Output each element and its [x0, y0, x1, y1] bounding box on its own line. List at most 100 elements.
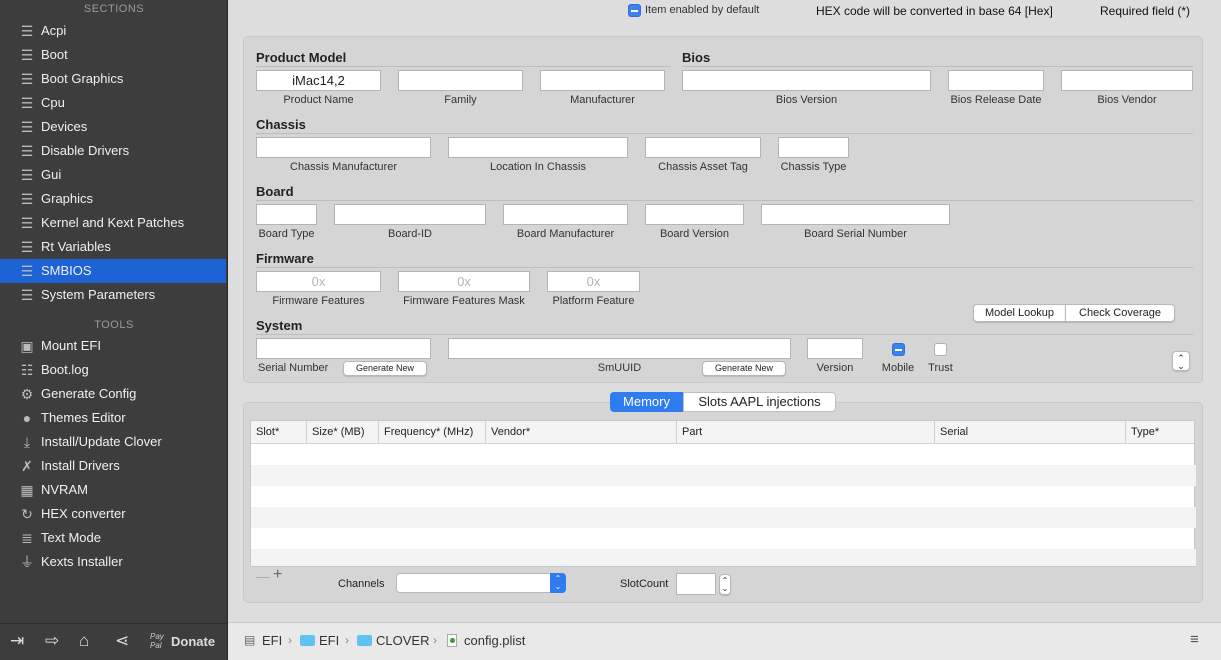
family-input[interactable] — [398, 70, 523, 91]
sidebar-item-generate-config[interactable]: ⚙ Generate Config — [0, 382, 226, 406]
column-size[interactable]: Size* (MB) — [307, 421, 379, 444]
sidebar-item-graphics[interactable]: ☰ Graphics — [0, 187, 226, 211]
sidebar-item-gui[interactable]: ☰ Gui — [0, 163, 226, 187]
slotcount-stepper[interactable]: ⌃ ⌄ — [719, 574, 731, 595]
slotcount-input[interactable] — [676, 573, 716, 595]
bios-vendor-label: Bios Vendor — [1097, 94, 1157, 106]
tab-memory[interactable]: Memory — [610, 392, 683, 412]
bios-vendor-input[interactable] — [1061, 70, 1193, 91]
download-icon: ⤓ — [23, 434, 31, 450]
sidebar-item-label: Kexts Installer — [41, 554, 123, 569]
sidebar-item-acpi[interactable]: ☰ Acpi — [0, 19, 226, 43]
bios-release-date-input[interactable] — [948, 70, 1044, 91]
tools-icon: ✗ — [21, 458, 33, 474]
sidebar-item-hex-converter[interactable]: ↻ HEX converter — [0, 502, 226, 526]
board-version-input[interactable] — [645, 204, 744, 225]
board-type-label: Board Type — [258, 228, 315, 240]
donate-button[interactable]: Donate — [171, 634, 215, 649]
sidebar-item-system-parameters[interactable]: ☰ System Parameters — [0, 283, 226, 307]
share-icon[interactable]: ⋖ — [115, 631, 129, 651]
menu-icon[interactable]: ≡ — [1190, 631, 1199, 648]
chassis-manufacturer-input[interactable] — [256, 137, 431, 158]
list-icon: ☰ — [20, 47, 34, 63]
sidebar-item-devices[interactable]: ☰ Devices — [0, 115, 226, 139]
sidebar-item-label: Boot.log — [41, 362, 89, 377]
system-heading: System — [256, 318, 303, 333]
serial-number-label: Serial Number — [258, 362, 329, 374]
list-icon: ☰ — [20, 191, 34, 207]
popup-stepper[interactable]: ⌃ ⌄ — [1172, 351, 1190, 371]
column-type[interactable]: Type* — [1126, 421, 1194, 444]
board-serial-input[interactable] — [761, 204, 950, 225]
smuuid-input[interactable] — [448, 338, 791, 359]
sidebar-item-text-mode[interactable]: ≣ Text Mode — [0, 526, 226, 550]
board-manufacturer-input[interactable] — [503, 204, 628, 225]
channels-select[interactable]: ⌃ ⌄ — [396, 573, 566, 593]
model-lookup-button[interactable]: Model Lookup — [973, 304, 1066, 322]
sidebar-item-smbios[interactable]: ☰ SMBIOS — [0, 259, 226, 283]
version-input[interactable] — [807, 338, 863, 359]
column-part[interactable]: Part — [677, 421, 935, 444]
board-type-input[interactable] — [256, 204, 317, 225]
tab-slots-aapl-injections[interactable]: Slots AAPL injections — [683, 392, 836, 412]
sidebar-item-install-update-clover[interactable]: ⤓ Install/Update Clover — [0, 430, 226, 454]
bios-version-input[interactable] — [682, 70, 931, 91]
import-icon[interactable]: ⇥ — [10, 631, 24, 651]
chassis-type-input[interactable] — [778, 137, 849, 158]
firmware-features-input[interactable]: 0x — [256, 271, 381, 292]
bios-release-date-label: Bios Release Date — [950, 94, 1042, 106]
sidebar-item-nvram[interactable]: ▦ NVRAM — [0, 478, 226, 502]
breadcrumb-config-plist[interactable]: config.plist — [464, 633, 525, 648]
sidebar-item-themes-editor[interactable]: ● Themes Editor — [0, 406, 226, 430]
list-icon: ☰ — [20, 143, 34, 159]
sidebar-item-kernel-and-kext-patches[interactable]: ☰ Kernel and Kext Patches — [0, 211, 226, 235]
column-vendor[interactable]: Vendor* — [486, 421, 677, 444]
breadcrumb-efi-volume[interactable]: EFI — [262, 633, 282, 648]
location-in-chassis-input[interactable] — [448, 137, 628, 158]
generate-serial-button[interactable]: Generate New — [343, 361, 427, 376]
sidebar-item-install-drivers[interactable]: ✗ Install Drivers — [0, 454, 226, 478]
board-id-input[interactable] — [334, 204, 486, 225]
manufacturer-input[interactable] — [540, 70, 665, 91]
remove-row-button[interactable]: — — [256, 568, 270, 584]
sidebar-item-boot[interactable]: ☰ Boot — [0, 43, 226, 67]
drive-icon: ▤ — [244, 633, 256, 647]
sidebar-item-label: Cpu — [41, 95, 65, 110]
product-model-heading: Product Model — [256, 50, 347, 65]
sidebar-item-rt-variables[interactable]: ☰ Rt Variables — [0, 235, 226, 259]
sidebar-item-boot-log[interactable]: ☷ Boot.log — [0, 358, 226, 382]
column-serial[interactable]: Serial — [935, 421, 1126, 444]
column-slot[interactable]: Slot* — [251, 421, 307, 444]
sidebar-item-label: System Parameters — [41, 287, 156, 302]
trust-label: Trust — [928, 362, 953, 374]
platform-feature-input[interactable]: 0x — [547, 271, 640, 292]
export-icon[interactable]: ⇨ — [45, 631, 59, 651]
firmware-features-mask-input[interactable]: 0x — [398, 271, 530, 292]
column-frequency[interactable]: Frequency* (MHz) — [379, 421, 486, 444]
sidebar-item-mount-efi[interactable]: ▣ Mount EFI — [0, 334, 226, 358]
board-manufacturer-label: Board Manufacturer — [516, 228, 615, 240]
table-row — [251, 507, 1196, 528]
mobile-checkbox[interactable] — [892, 343, 905, 356]
firmware-heading: Firmware — [256, 251, 314, 266]
list-icon: ☰ — [20, 95, 34, 111]
chassis-asset-tag-input[interactable] — [645, 137, 761, 158]
sidebar-item-label: Boot Graphics — [41, 71, 124, 86]
sidebar-item-boot-graphics[interactable]: ☰ Boot Graphics — [0, 67, 226, 91]
sidebar-item-disable-drivers[interactable]: ☰ Disable Drivers — [0, 139, 226, 163]
home-icon[interactable]: ⌂ — [79, 631, 89, 651]
table-header: Slot* Size* (MB) Frequency* (MHz) Vendor… — [251, 421, 1194, 444]
product-name-input[interactable]: iMac14,2 — [256, 70, 381, 91]
breadcrumb-efi-folder[interactable]: EFI — [319, 633, 339, 648]
memory-table[interactable]: Slot* Size* (MB) Frequency* (MHz) Vendor… — [250, 420, 1196, 567]
sidebar-item-cpu[interactable]: ☰ Cpu — [0, 91, 226, 115]
generate-smuuid-button[interactable]: Generate New — [702, 361, 786, 376]
paypal-logo: Pay Pal — [150, 632, 164, 650]
trust-checkbox[interactable] — [934, 343, 947, 356]
sidebar-item-kexts-installer[interactable]: ⏚ Kexts Installer — [0, 550, 226, 574]
item-enabled-checkbox[interactable] — [628, 4, 641, 17]
add-row-button[interactable]: + — [273, 566, 282, 584]
serial-number-input[interactable] — [256, 338, 431, 359]
breadcrumb-clover[interactable]: CLOVER — [376, 633, 429, 648]
check-coverage-button[interactable]: Check Coverage — [1065, 304, 1175, 322]
